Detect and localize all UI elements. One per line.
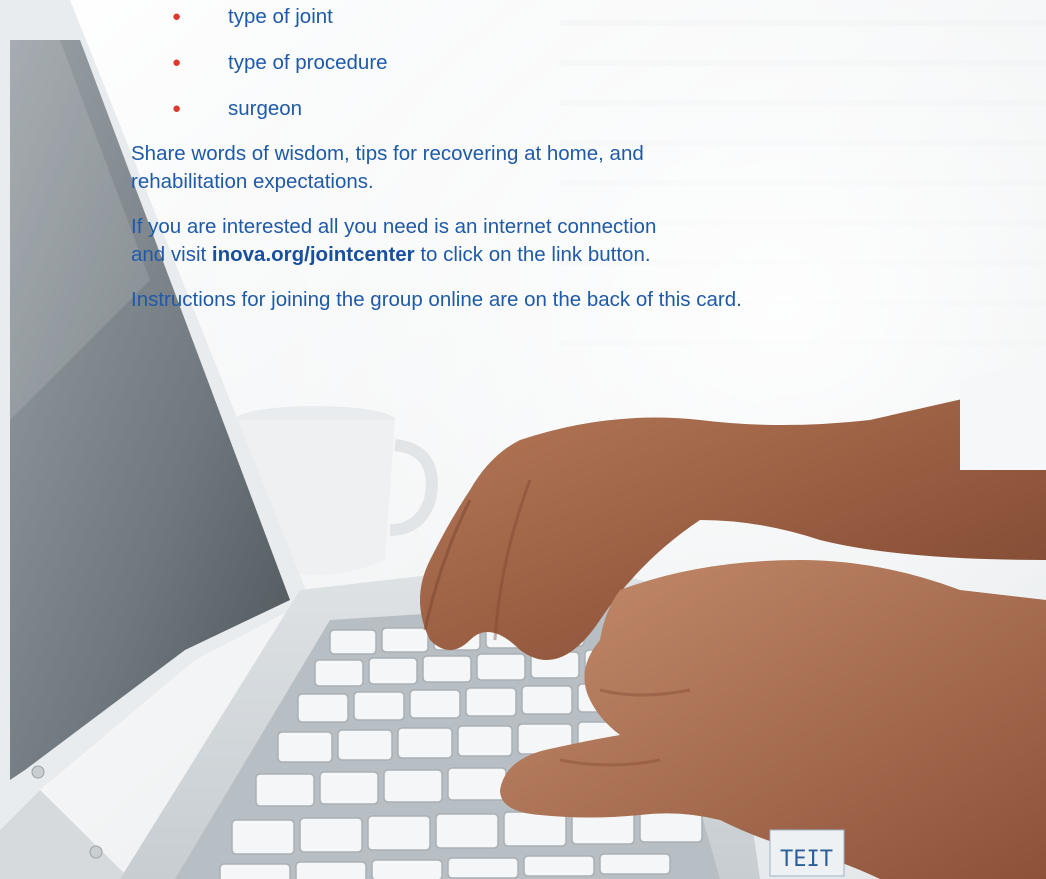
bullet-icon: ● [172, 54, 182, 71]
bullet-icon: ● [172, 100, 182, 117]
support-group-card-text: ● type of joint ● type of procedure ● su… [0, 0, 1046, 879]
instructions-paragraph: Instructions for joining the group onlin… [131, 288, 742, 311]
jointcenter-link[interactable]: inova.org/jointcenter [212, 243, 415, 266]
interest-paragraph: If you are interested all you need is an… [131, 215, 657, 266]
share-paragraph: Share words of wisdom, tips for recoveri… [131, 142, 644, 193]
bullet-icon: ● [172, 8, 182, 25]
